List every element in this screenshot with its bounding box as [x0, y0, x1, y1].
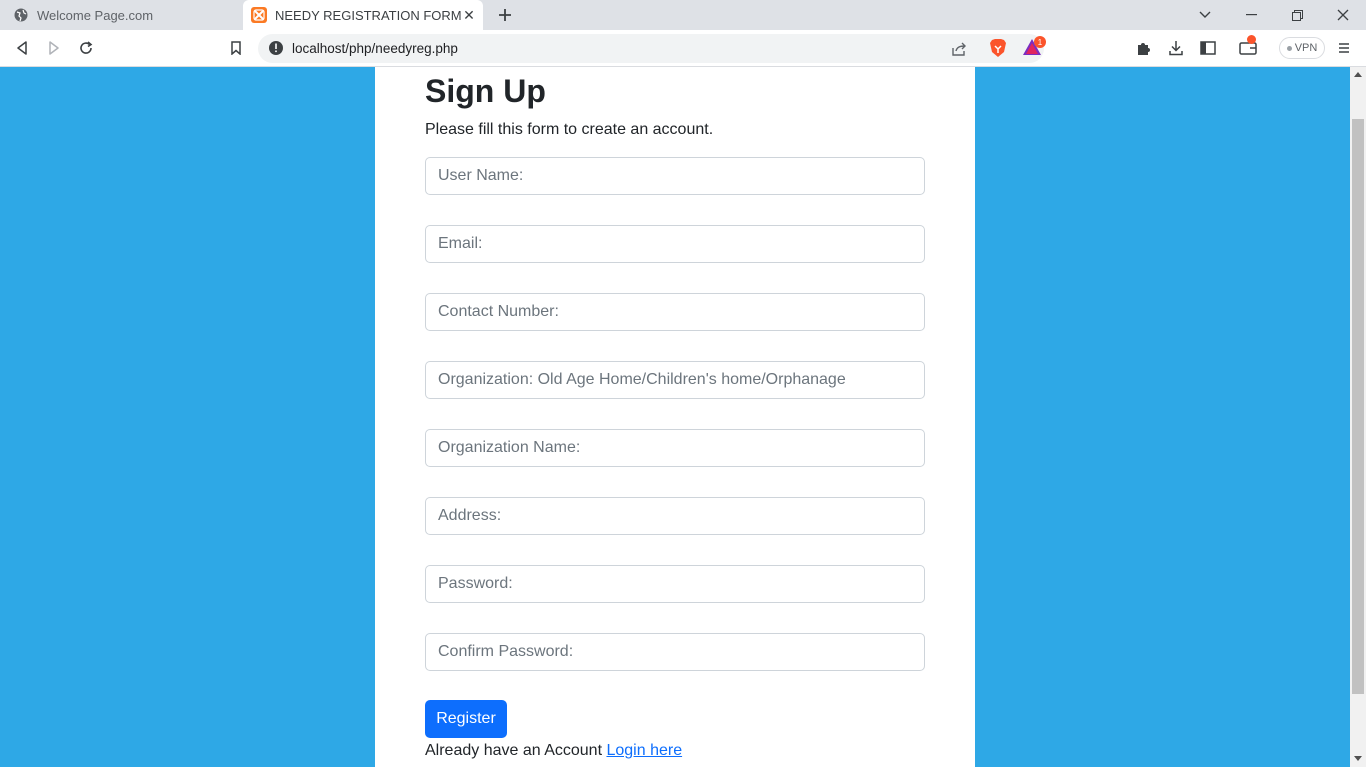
vpn-button[interactable]: VPN: [1279, 37, 1325, 59]
contact-number-input[interactable]: [425, 293, 925, 331]
organization-name-input[interactable]: [425, 429, 925, 467]
scroll-down-arrow-icon[interactable]: [1354, 756, 1362, 761]
page-title: Sign Up: [425, 73, 546, 109]
login-link[interactable]: Login here: [606, 742, 682, 759]
forward-icon[interactable]: [42, 36, 66, 60]
rewards-badge: 1: [1034, 36, 1046, 48]
page-viewport: Sign Up Please fill this form to create …: [0, 67, 1350, 767]
signup-card: Sign Up Please fill this form to create …: [375, 67, 975, 767]
tab-search-chevron-icon[interactable]: [1182, 0, 1228, 30]
xampp-icon: [251, 7, 267, 23]
share-icon[interactable]: [950, 40, 968, 58]
extensions-icon[interactable]: [1132, 36, 1156, 60]
organization-type-input[interactable]: [425, 361, 925, 399]
brave-rewards-icon[interactable]: 1: [1022, 36, 1046, 58]
bookmark-icon[interactable]: [224, 36, 248, 60]
tab-title: Welcome Page.com: [37, 7, 154, 23]
back-icon[interactable]: [10, 36, 34, 60]
reload-icon[interactable]: [74, 36, 98, 60]
downloads-icon[interactable]: [1164, 36, 1188, 60]
sidebar-icon[interactable]: [1196, 36, 1220, 60]
password-input[interactable]: [425, 565, 925, 603]
close-window-icon[interactable]: [1320, 0, 1366, 30]
new-tab-icon[interactable]: [495, 5, 515, 25]
vertical-scrollbar[interactable]: [1350, 67, 1366, 767]
username-input[interactable]: [425, 157, 925, 195]
scrollbar-thumb[interactable]: [1352, 119, 1364, 694]
login-prompt-text: Already have an Account: [425, 742, 603, 759]
address-bar[interactable]: localhost/php/needyreg.php: [258, 34, 1044, 63]
minimize-icon[interactable]: [1228, 0, 1274, 30]
tab-title: NEEDY REGISTRATION FORM: [275, 7, 462, 23]
close-tab-icon[interactable]: ✕: [461, 7, 477, 23]
vpn-label: VPN: [1294, 42, 1318, 54]
vpn-status-icon: [1286, 45, 1292, 51]
wallet-badge: [1247, 35, 1256, 44]
wallet-icon[interactable]: [1236, 35, 1260, 60]
login-prompt: Already have an Account Login here: [425, 742, 682, 760]
form-subtitle: Please fill this form to create an accou…: [425, 121, 714, 138]
tab-needy-registration[interactable]: NEEDY REGISTRATION FORM ✕: [243, 0, 483, 30]
browser-toolbar: localhost/php/needyreg.php 1 VPN: [0, 30, 1366, 67]
confirm-password-input[interactable]: [425, 633, 925, 671]
menu-icon[interactable]: [1332, 36, 1356, 60]
scroll-up-arrow-icon[interactable]: [1354, 72, 1362, 77]
address-input[interactable]: [425, 497, 925, 535]
brave-shields-icon[interactable]: [989, 38, 1007, 58]
url-text[interactable]: localhost/php/needyreg.php: [292, 41, 458, 56]
register-button[interactable]: Register: [425, 700, 507, 738]
restore-icon[interactable]: [1274, 0, 1320, 30]
tab-welcome-page[interactable]: Welcome Page.com: [0, 0, 243, 30]
email-input[interactable]: [425, 225, 925, 263]
tab-strip: Welcome Page.com NEEDY REGISTRATION FORM…: [0, 0, 1366, 30]
globe-icon: [13, 7, 29, 23]
site-info-icon[interactable]: [268, 40, 284, 56]
